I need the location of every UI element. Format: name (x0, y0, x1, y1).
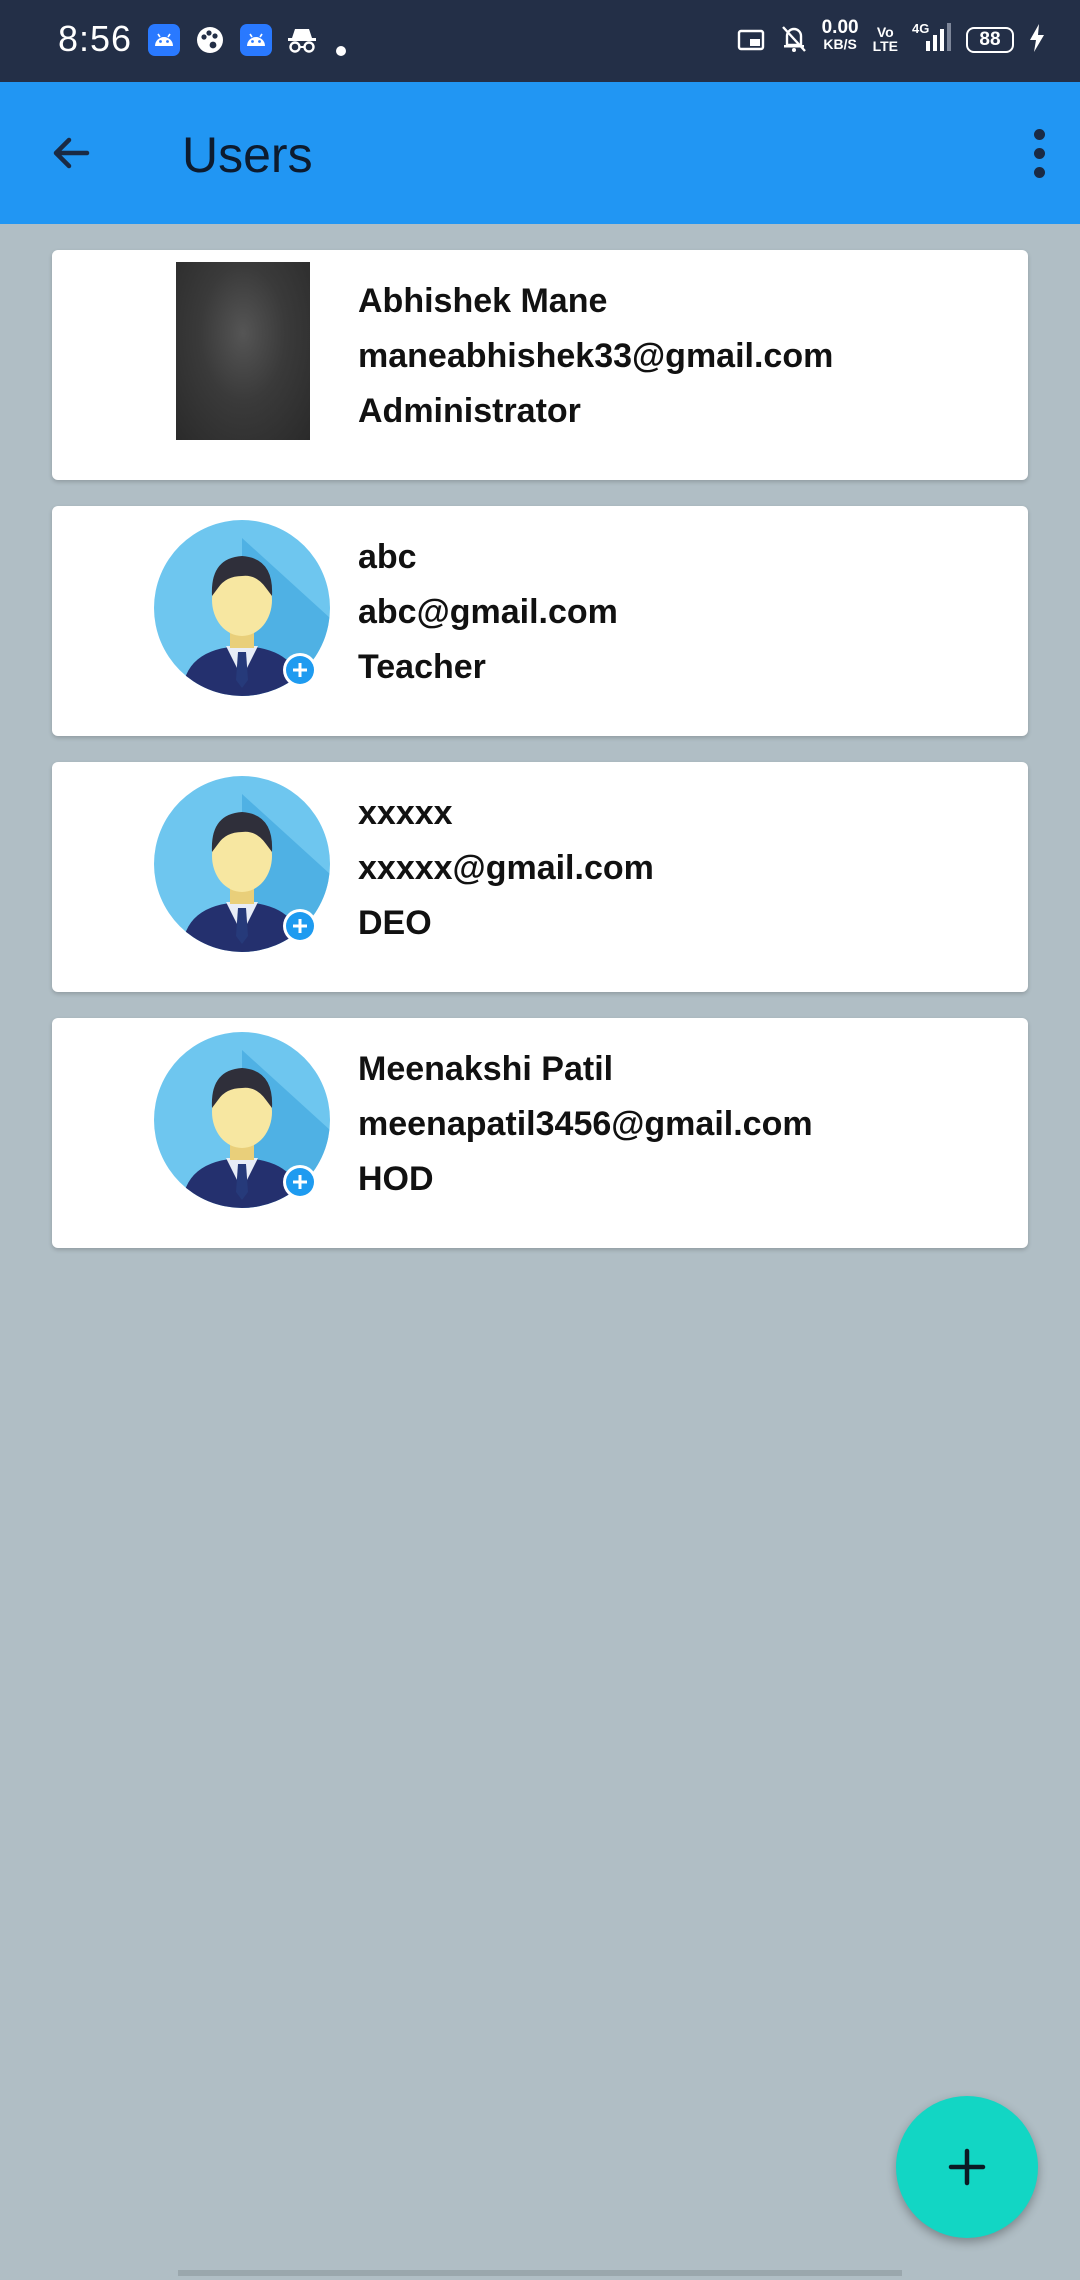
user-card[interactable]: Meenakshi Patil meenapatil3456@gmail.com… (52, 1018, 1028, 1248)
user-email: abc@gmail.com (358, 593, 618, 631)
signal-icon: 4G (912, 21, 952, 53)
mute-bell-icon (780, 23, 808, 53)
user-card[interactable]: abc abc@gmail.com Teacher (52, 506, 1028, 736)
user-name: abc (358, 538, 417, 576)
notification-icons (148, 24, 346, 72)
system-icons: 0.00 KB/S Vo LTE 4G 88 (722, 18, 1046, 70)
plus-icon (948, 2148, 986, 2186)
default-user-icon (154, 1032, 330, 1208)
user-email: maneabhishek33@gmail.com (358, 337, 834, 375)
user-name: Meenakshi Patil (358, 1050, 614, 1088)
cast-icon (736, 27, 766, 53)
status-bar: 8:56 0.00 KB/S Vo LTE 4G 88 (0, 0, 1080, 82)
network-speed: 0.00 KB/S (821, 17, 859, 52)
android-app-icon (148, 24, 180, 56)
more-vertical-icon (1033, 128, 1045, 140)
palette-icon (194, 24, 226, 56)
android-app-icon (240, 24, 272, 56)
battery-indicator: 88 (966, 27, 1014, 53)
status-time: 8:56 (58, 18, 133, 59)
charging-icon (1028, 23, 1046, 53)
user-role: HOD (358, 1160, 434, 1198)
add-user-button[interactable] (896, 2096, 1038, 2238)
navigation-hint (178, 2270, 902, 2276)
back-button[interactable] (36, 118, 106, 188)
user-role: Teacher (358, 648, 486, 686)
user-details: Meenakshi Patil meenapatil3456@gmail.com… (358, 1042, 813, 1207)
user-role: DEO (358, 904, 432, 942)
default-user-icon (154, 776, 330, 952)
user-email: xxxxx@gmail.com (358, 849, 654, 887)
default-user-icon (154, 520, 330, 696)
user-email: meenapatil3456@gmail.com (358, 1105, 813, 1143)
dot-icon (336, 46, 346, 56)
app-bar: Users (0, 82, 1080, 224)
user-name: xxxxx (358, 794, 453, 832)
more-options-button[interactable] (1004, 118, 1074, 188)
user-details: Abhishek Mane maneabhishek33@gmail.com A… (358, 274, 833, 439)
page-title: Users (182, 127, 313, 183)
user-card[interactable]: Abhishek Mane maneabhishek33@gmail.com A… (52, 250, 1028, 480)
volte-indicator: Vo LTE (872, 24, 898, 54)
user-role: Administrator (358, 392, 581, 430)
user-details: xxxxx xxxxx@gmail.com DEO (358, 786, 654, 951)
user-name: Abhishek Mane (358, 282, 608, 320)
incognito-icon (286, 24, 318, 56)
user-card[interactable]: xxxxx xxxxx@gmail.com DEO (52, 762, 1028, 992)
user-details: abc abc@gmail.com Teacher (358, 530, 618, 695)
user-photo (176, 262, 310, 440)
arrow-left-icon (53, 137, 90, 169)
